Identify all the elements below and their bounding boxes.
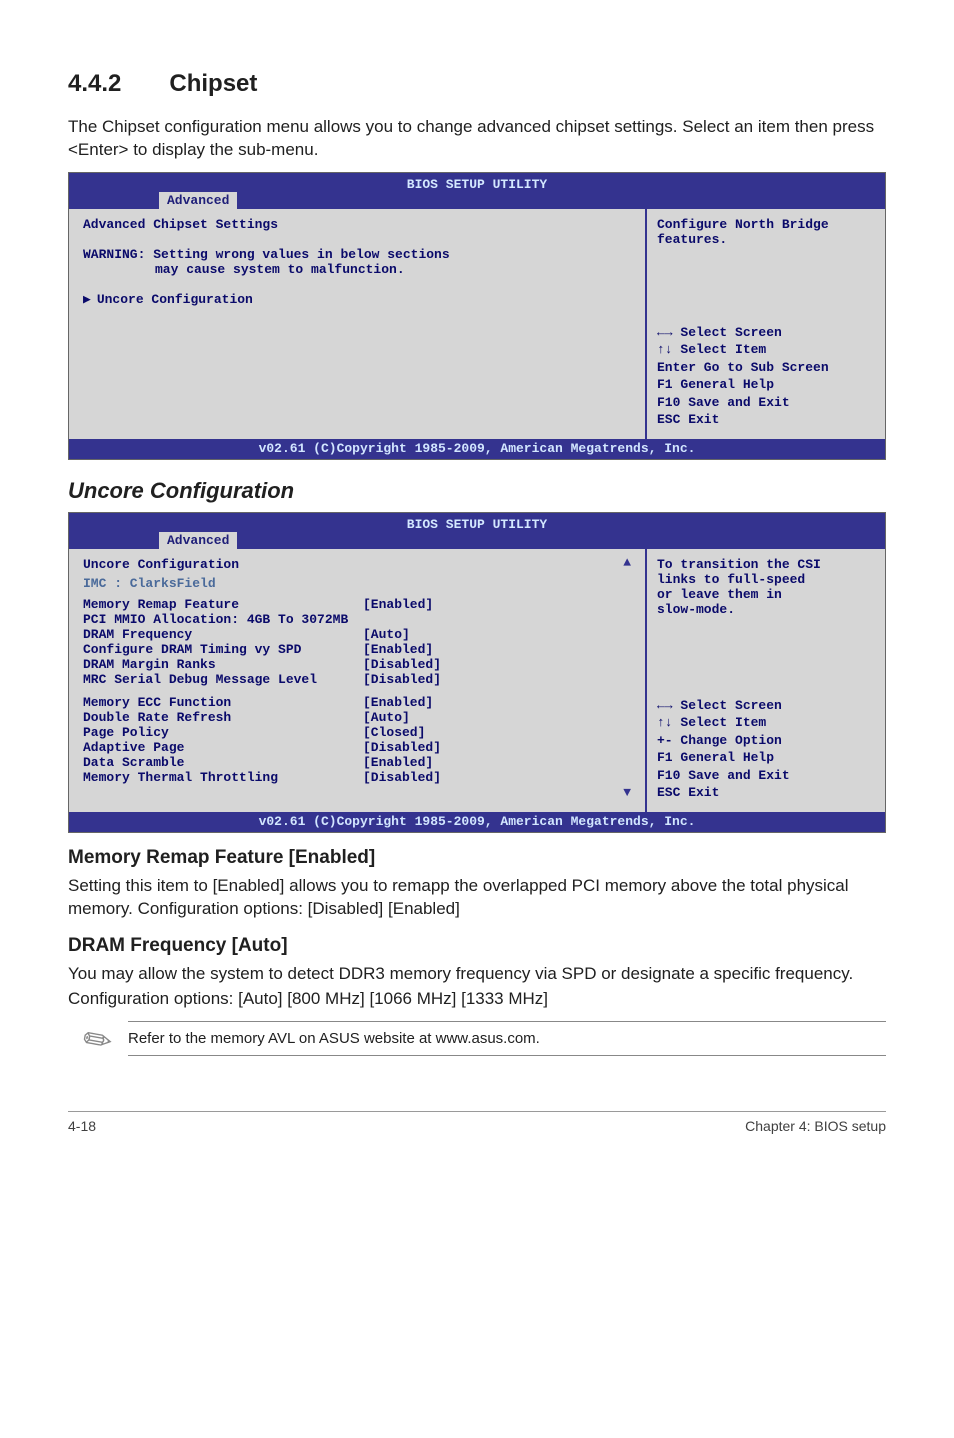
- nav-line: F10 Save and Exit: [657, 394, 875, 412]
- setting-label: DRAM Frequency: [83, 627, 363, 642]
- setting-value: [Enabled]: [363, 642, 433, 657]
- bios-tab-advanced: Advanced: [159, 532, 237, 549]
- page-footer: 4-18 Chapter 4: BIOS setup: [68, 1111, 886, 1134]
- scroll-up-icon: ▲: [623, 555, 631, 570]
- bios-tab-advanced: Advanced: [159, 192, 237, 209]
- setting-value: [Enabled]: [363, 695, 433, 710]
- mrf-heading: Memory Remap Feature [Enabled]: [68, 847, 886, 869]
- bios-warning-line2: may cause system to malfunction.: [83, 262, 633, 277]
- setting-label: Data Scramble: [83, 755, 363, 770]
- bios-menu-item: ▶ Uncore Configuration: [83, 292, 633, 307]
- triangle-right-icon: ▶: [83, 292, 91, 307]
- dram-text2: Configuration options: [Auto] [800 MHz] …: [68, 988, 886, 1011]
- setting-value: [Closed]: [363, 725, 425, 740]
- pencil-icon: ✎: [68, 1021, 128, 1061]
- setting-label: Double Rate Refresh: [83, 710, 363, 725]
- dram-heading: DRAM Frequency [Auto]: [68, 935, 886, 957]
- setting-label: Adaptive Page: [83, 740, 363, 755]
- nav-line: F1 General Help: [657, 376, 875, 394]
- bios-warning-line1: WARNING: Setting wrong values in below s…: [83, 247, 633, 262]
- bios-help-line: slow-mode.: [657, 602, 875, 617]
- scroll-down-icon: ▼: [623, 785, 631, 800]
- mrf-text: Setting this item to [Enabled] allows yo…: [68, 875, 886, 921]
- nav-line: Enter Go to Sub Screen: [657, 359, 875, 377]
- note-block: ✎ Refer to the memory AVL on ASUS websit…: [68, 1021, 886, 1061]
- note-text: Refer to the memory AVL on ASUS website …: [128, 1021, 886, 1056]
- setting-value: [Disabled]: [363, 740, 441, 755]
- setting-value: [Disabled]: [363, 672, 441, 687]
- setting-value: [Auto]: [363, 710, 410, 725]
- bios-copyright: v02.61 (C)Copyright 1985-2009, American …: [69, 439, 885, 459]
- dram-text1: You may allow the system to detect DDR3 …: [68, 963, 886, 986]
- nav-line: ↑↓ Select Item: [657, 341, 875, 359]
- bios-help-line: To transition the CSI: [657, 557, 875, 572]
- bios-screenshot-2: BIOS SETUP UTILITY Advanced ▲ Uncore Con…: [68, 512, 886, 833]
- bios-copyright: v02.61 (C)Copyright 1985-2009, American …: [69, 812, 885, 832]
- bios-help-text: Configure North Bridge features.: [657, 217, 875, 247]
- nav-line: +- Change Option: [657, 732, 875, 750]
- uncore-heading: Uncore Configuration: [68, 478, 886, 504]
- section-heading: 4.4.2 Chipset: [68, 70, 886, 98]
- setting-label: Page Policy: [83, 725, 363, 740]
- bios-help-line: links to full-speed: [657, 572, 875, 587]
- bios-screenshot-1: BIOS SETUP UTILITY Advanced Advanced Chi…: [68, 172, 886, 460]
- setting-value: [Auto]: [363, 627, 410, 642]
- nav-line: ESC Exit: [657, 411, 875, 429]
- setting-label: MRC Serial Debug Message Level: [83, 672, 363, 687]
- nav-line: ←→ Select Screen: [657, 697, 875, 715]
- bios-left-title: Uncore Configuration: [83, 557, 633, 572]
- bios-item-label: Uncore Configuration: [97, 292, 253, 307]
- bios-help-line: or leave them in: [657, 587, 875, 602]
- nav-line: ↑↓ Select Item: [657, 714, 875, 732]
- footer-chapter: Chapter 4: BIOS setup: [745, 1118, 886, 1134]
- footer-page-number: 4-18: [68, 1118, 96, 1134]
- nav-line: F1 General Help: [657, 749, 875, 767]
- bios-title: BIOS SETUP UTILITY: [69, 515, 885, 532]
- setting-value: [Disabled]: [363, 770, 441, 785]
- setting-value: [Enabled]: [363, 755, 433, 770]
- setting-label: DRAM Margin Ranks: [83, 657, 363, 672]
- nav-line: F10 Save and Exit: [657, 767, 875, 785]
- setting-label: PCI MMIO Allocation: 4GB To 3072MB: [83, 612, 348, 627]
- section-number: 4.4.2: [68, 70, 121, 97]
- setting-label: Memory Thermal Throttling: [83, 770, 363, 785]
- bios-left-title: Advanced Chipset Settings: [83, 217, 633, 232]
- imc-line: IMC : ClarksField: [83, 576, 633, 591]
- setting-label: Configure DRAM Timing vy SPD: [83, 642, 363, 657]
- nav-line: ESC Exit: [657, 784, 875, 802]
- setting-label: Memory ECC Function: [83, 695, 363, 710]
- setting-label: Memory Remap Feature: [83, 597, 363, 612]
- setting-value: [Enabled]: [363, 597, 433, 612]
- intro-paragraph: The Chipset configuration menu allows yo…: [68, 116, 886, 162]
- nav-line: ←→ Select Screen: [657, 324, 875, 342]
- bios-title: BIOS SETUP UTILITY: [69, 175, 885, 192]
- section-title: Chipset: [169, 70, 257, 97]
- setting-value: [Disabled]: [363, 657, 441, 672]
